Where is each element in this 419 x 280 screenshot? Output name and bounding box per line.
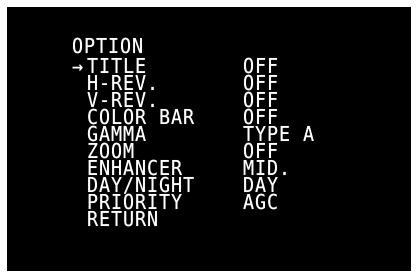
- menu-item-gamma[interactable]: GAMMA TYPE A: [7, 124, 411, 144]
- menu-item-title[interactable]: → TITLE OFF: [7, 54, 411, 78]
- menu-item-h-rev[interactable]: H-REV. OFF: [7, 73, 411, 93]
- menu-item-value: AGC: [243, 190, 279, 214]
- menu-item-enhancer[interactable]: ENHANCER MID.: [7, 158, 411, 178]
- menu-item-day-night[interactable]: DAY/NIGHT DAY: [7, 175, 411, 195]
- menu-item-priority[interactable]: PRIORITY AGC: [7, 190, 411, 214]
- menu-title: OPTION: [72, 34, 144, 58]
- selection-arrow-icon: →: [72, 54, 85, 78]
- osd-screen: OPTION → TITLE OFF H-REV. OFF V-REV. OFF…: [7, 7, 411, 271]
- menu-item-zoom[interactable]: ZOOM OFF: [7, 141, 411, 161]
- menu-item-label: RETURN: [87, 207, 159, 231]
- menu-item-color-bar[interactable]: COLOR BAR OFF: [7, 107, 411, 127]
- menu-item-return[interactable]: RETURN: [7, 207, 411, 231]
- menu-item-v-rev[interactable]: V-REV. OFF: [7, 90, 411, 110]
